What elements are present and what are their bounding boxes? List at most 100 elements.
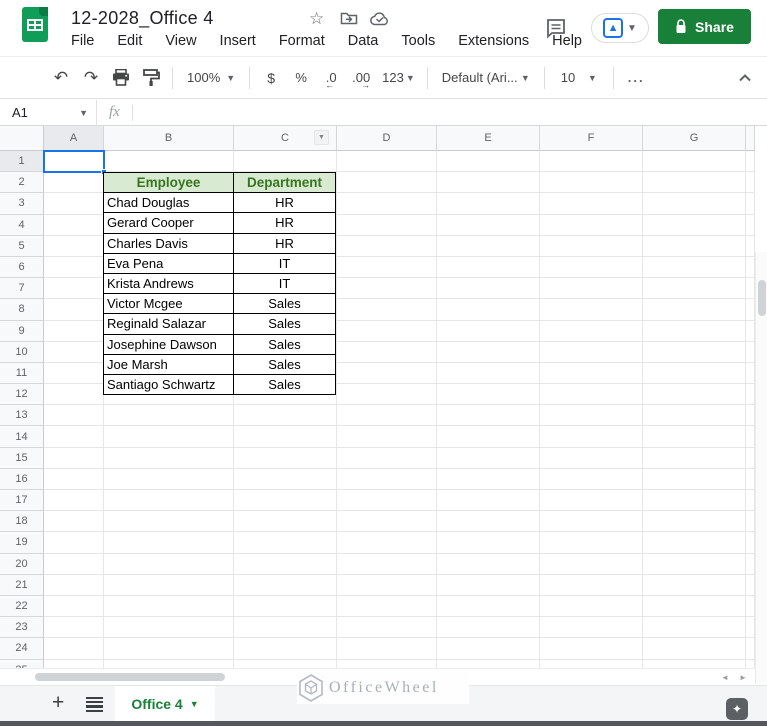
row-header-11[interactable]: 11: [0, 362, 44, 385]
collapse-toolbar-icon[interactable]: [737, 70, 753, 86]
employee-name-cell[interactable]: Reginald Salazar: [103, 313, 234, 335]
horizontal-scrollbar-thumb[interactable]: [35, 673, 225, 681]
column-header-a[interactable]: A: [44, 126, 104, 151]
cell-B21[interactable]: [104, 574, 234, 596]
cell-A11[interactable]: [44, 362, 104, 385]
cell-D22[interactable]: [337, 595, 437, 618]
star-icon[interactable]: ☆: [309, 9, 324, 29]
cell-F5[interactable]: [540, 235, 643, 257]
cell-G10[interactable]: [643, 341, 746, 363]
explore-button[interactable]: ✦: [726, 698, 748, 720]
row-header-3[interactable]: 3: [0, 193, 44, 215]
row-header-9[interactable]: 9: [0, 320, 44, 342]
comment-history-icon[interactable]: [545, 17, 567, 39]
cell-A12[interactable]: [44, 384, 104, 406]
cloud-saved-icon[interactable]: [370, 12, 390, 26]
column-header-c[interactable]: C ▼: [234, 126, 337, 151]
cell-E4[interactable]: [437, 214, 540, 236]
cell-E9[interactable]: [437, 320, 540, 342]
cell-C22[interactable]: [234, 595, 337, 618]
font-size-select[interactable]: 10 ▼: [551, 70, 607, 85]
vertical-scrollbar-thumb[interactable]: [758, 280, 766, 316]
cell-B20[interactable]: [104, 553, 234, 575]
cell-E14[interactable]: [437, 426, 540, 448]
department-cell[interactable]: Sales: [233, 293, 336, 315]
cell-E21[interactable]: [437, 574, 540, 596]
employee-name-cell[interactable]: Santiago Schwartz: [103, 373, 234, 396]
cell-F16[interactable]: [540, 468, 643, 490]
department-cell[interactable]: Sales: [233, 373, 336, 396]
cell-G13[interactable]: [643, 405, 746, 427]
cell-C21[interactable]: [234, 574, 337, 596]
undo-icon[interactable]: ↶: [46, 68, 76, 88]
cell-E2[interactable]: [437, 172, 540, 194]
cell-F7[interactable]: [540, 278, 643, 300]
cell-F13[interactable]: [540, 405, 643, 427]
cell-F12[interactable]: [540, 384, 643, 406]
row-header-5[interactable]: 5: [0, 235, 44, 257]
row-header-15[interactable]: 15: [0, 447, 44, 469]
cell-G21[interactable]: [643, 574, 746, 596]
row-header-23[interactable]: 23: [0, 617, 44, 639]
cell-D5[interactable]: [337, 235, 437, 257]
decrease-decimal-button[interactable]: .0 ←: [316, 70, 346, 90]
sheets-logo-icon[interactable]: [22, 7, 48, 42]
paint-format-icon[interactable]: [136, 69, 166, 86]
cell-A9[interactable]: [44, 320, 104, 342]
cell-C16[interactable]: [234, 468, 337, 490]
cell-E19[interactable]: [437, 532, 540, 554]
cell-D3[interactable]: [337, 193, 437, 215]
department-cell[interactable]: IT: [233, 272, 336, 295]
scroll-left-icon[interactable]: ◄: [721, 673, 729, 682]
cell-F8[interactable]: [540, 299, 643, 321]
cell-D18[interactable]: [337, 511, 437, 533]
cell-E22[interactable]: [437, 595, 540, 618]
cell-F18[interactable]: [540, 511, 643, 533]
sheet-tab-office4[interactable]: Office 4 ▼: [115, 686, 215, 722]
format-percent-button[interactable]: %: [286, 70, 316, 85]
employee-table[interactable]: Employee Department Chad Douglas HR Gerard …: [103, 171, 336, 396]
cell-F21[interactable]: [540, 574, 643, 596]
cell-G24[interactable]: [643, 638, 746, 660]
row-header-24[interactable]: 24: [0, 638, 44, 660]
employee-name-cell[interactable]: Joe Marsh: [103, 353, 234, 375]
cell-F3[interactable]: [540, 193, 643, 215]
cell-E6[interactable]: [437, 256, 540, 279]
employee-name-cell[interactable]: Chad Douglas: [103, 192, 234, 214]
redo-icon[interactable]: ↷: [76, 68, 106, 88]
row-header-22[interactable]: 22: [0, 595, 44, 618]
row-header-7[interactable]: 7: [0, 278, 44, 300]
cell-F20[interactable]: [540, 553, 643, 575]
cell-B16[interactable]: [104, 468, 234, 490]
row-header-21[interactable]: 21: [0, 574, 44, 596]
cell-E16[interactable]: [437, 468, 540, 490]
cell-A23[interactable]: [44, 617, 104, 639]
cell-D7[interactable]: [337, 278, 437, 300]
zoom-select[interactable]: 100% ▼: [179, 70, 243, 85]
cell-B19[interactable]: [104, 532, 234, 554]
cell-A3[interactable]: [44, 193, 104, 215]
cell-E10[interactable]: [437, 341, 540, 363]
cell-E12[interactable]: [437, 384, 540, 406]
cell-D19[interactable]: [337, 532, 437, 554]
cell-E20[interactable]: [437, 553, 540, 575]
menu-format[interactable]: Format: [279, 33, 325, 49]
cell-G8[interactable]: [643, 299, 746, 321]
menu-insert[interactable]: Insert: [220, 33, 256, 49]
cell-E18[interactable]: [437, 511, 540, 533]
cell-E8[interactable]: [437, 299, 540, 321]
cell-D15[interactable]: [337, 447, 437, 469]
row-header-6[interactable]: 6: [0, 256, 44, 279]
name-box-caret-icon[interactable]: ▼: [79, 108, 88, 118]
table-header-employee[interactable]: Employee: [103, 171, 234, 194]
row-header-18[interactable]: 18: [0, 511, 44, 533]
row-header-8[interactable]: 8: [0, 299, 44, 321]
cell-F11[interactable]: [540, 362, 643, 385]
row-header-1[interactable]: 1: [0, 151, 44, 173]
cell-D17[interactable]: [337, 490, 437, 512]
cell-D11[interactable]: [337, 362, 437, 385]
cell-G18[interactable]: [643, 511, 746, 533]
document-title[interactable]: 12-2028_Office 4: [71, 8, 214, 29]
cell-D20[interactable]: [337, 553, 437, 575]
cell-F19[interactable]: [540, 532, 643, 554]
